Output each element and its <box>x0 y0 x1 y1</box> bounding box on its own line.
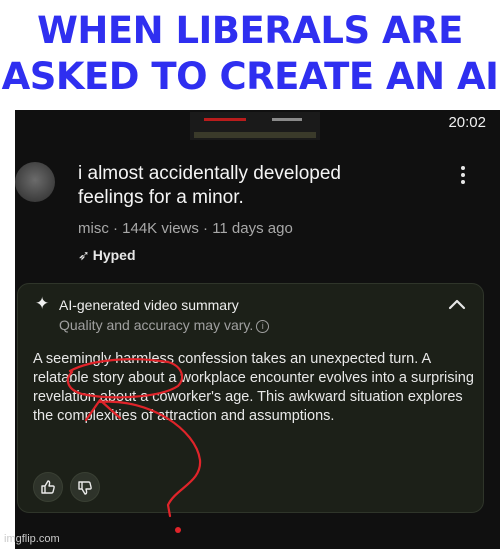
meme-caption: WHEN LIBERALS ARE ASKED TO CREATE AN AI <box>0 0 500 110</box>
caption-line-1: WHEN LIBERALS ARE <box>37 9 463 52</box>
video-title: i almost accidentally developed feelings… <box>78 163 341 208</box>
info-icon[interactable]: i <box>256 320 270 333</box>
more-options-icon[interactable] <box>453 164 473 188</box>
phone-screenshot: 20:02 i almost accidentally developed fe… <box>15 110 500 549</box>
hype-icon: ➶ <box>78 247 90 263</box>
ai-summary-card: ✦ AI-generated video summary Quality and… <box>17 283 484 513</box>
channel-avatar[interactable] <box>15 162 55 202</box>
thumbs-down-icon[interactable] <box>70 472 100 502</box>
thumbs-up-icon[interactable] <box>33 472 63 502</box>
caption-line-2: ASKED TO CREATE AN AI <box>1 55 499 98</box>
summary-title: AI-generated video summary <box>59 297 239 313</box>
chevron-up-icon[interactable] <box>448 298 466 310</box>
summary-subtitle: Quality and accuracy may vary. <box>59 317 254 333</box>
imgflip-watermark: imgflip.com <box>4 533 60 545</box>
armor-bar-graphic <box>272 118 302 121</box>
health-bar-graphic <box>204 118 246 121</box>
summary-subtitle-row: Quality and accuracy may vary. i <box>59 317 270 333</box>
hyped-label: Hyped <box>92 247 136 263</box>
hyped-badge[interactable]: ➶ Hyped <box>78 247 136 264</box>
video-meta: misc · 144K views · 11 days ago <box>78 220 293 237</box>
sparkle-icon: ✦ <box>35 294 50 313</box>
hotbar-graphic <box>194 132 316 138</box>
mini-player-thumbnail[interactable] <box>190 112 320 140</box>
status-time: 20:02 <box>448 114 486 131</box>
summary-body: A seemingly harmless confession takes an… <box>33 351 474 424</box>
